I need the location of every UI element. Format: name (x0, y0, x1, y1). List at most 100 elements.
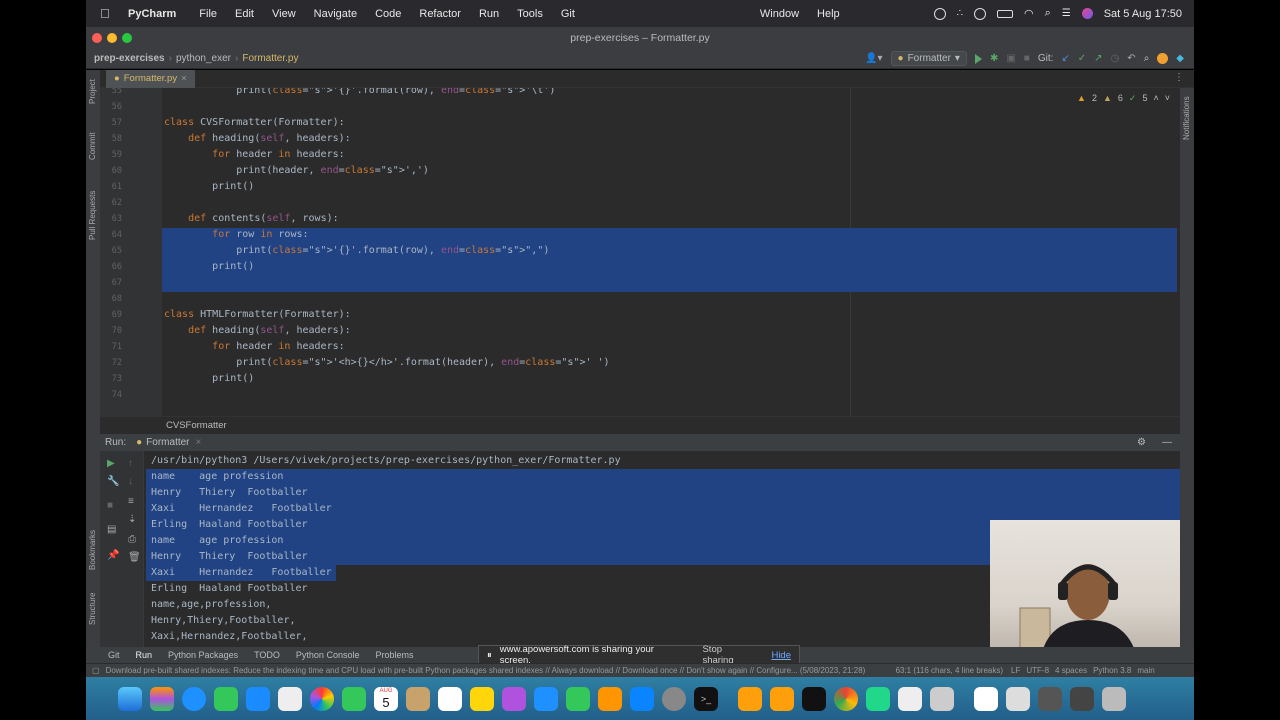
code-line[interactable]: print(class="s">'{}'.format(row), end=cl… (164, 88, 555, 99)
print-icon[interactable]: ⎙ (128, 535, 138, 545)
siri-icon[interactable] (1081, 8, 1093, 19)
app-menu[interactable]: PyCharm (128, 8, 176, 20)
soft-wrap-icon[interactable]: ≡ (128, 497, 138, 507)
structure-tool-button[interactable]: Structure (88, 593, 97, 625)
activity-monitor-icon[interactable] (802, 686, 826, 711)
pull-requests-tool-button[interactable]: Pull Requests (88, 191, 97, 240)
python-interpreter[interactable]: Python 3.8 (1093, 666, 1131, 675)
line-number[interactable]: 55 (100, 88, 122, 96)
tool-run[interactable]: Run (136, 650, 153, 660)
code-line[interactable]: print(class="s">'{}'.format(row), end=cl… (164, 243, 549, 259)
window-stack-icon[interactable] (1070, 686, 1094, 711)
chrome-document-icon[interactable] (974, 686, 998, 711)
code-line[interactable]: print() (164, 259, 254, 275)
system-settings-icon[interactable] (662, 686, 686, 711)
sublime-text-icon[interactable] (738, 686, 762, 711)
menu-window[interactable]: Window (760, 8, 799, 20)
line-number[interactable]: 57 (100, 118, 122, 128)
account-icon[interactable]: 👤▾ (865, 53, 882, 64)
chevron-down-icon[interactable]: ˅ (1165, 93, 1170, 104)
apple-icon[interactable]:  (100, 6, 116, 21)
trash-icon[interactable] (1102, 686, 1126, 711)
breadcrumb-project[interactable]: prep-exercises (94, 53, 165, 64)
line-number[interactable]: 72 (100, 358, 122, 368)
tab-actions-icon[interactable]: ⋮ (1174, 72, 1184, 83)
code-line[interactable]: print(class="s">'<h>{}</h>'.format(heade… (164, 355, 609, 371)
facetime-icon[interactable] (342, 686, 366, 711)
mail-icon[interactable] (246, 686, 270, 711)
line-number[interactable]: 60 (100, 166, 122, 176)
line-number[interactable]: 63 (100, 214, 122, 224)
wrench-icon[interactable]: 🔧 (107, 477, 119, 487)
menu-edit[interactable]: Edit (235, 8, 254, 20)
code-line[interactable]: for row in rows: (164, 227, 308, 243)
user-icon[interactable] (933, 7, 946, 20)
pages-icon[interactable] (598, 686, 622, 711)
launchpad-icon[interactable] (150, 686, 174, 711)
line-number[interactable]: 62 (100, 198, 122, 208)
tool-problems[interactable]: Problems (375, 650, 413, 660)
coverage-icon[interactable]: ▣ (1006, 53, 1015, 64)
line-separator[interactable]: LF (1011, 666, 1020, 675)
contacts-icon[interactable] (406, 686, 430, 711)
play-icon[interactable] (973, 7, 986, 20)
line-number[interactable]: 59 (100, 150, 122, 160)
run-tab-formatter[interactable]: Formatter (146, 437, 189, 448)
hide-banner-button[interactable]: Hide (771, 650, 791, 661)
updates-icon[interactable] (1157, 53, 1169, 64)
code-line[interactable]: def contents(self, rows): (164, 211, 339, 227)
code-line[interactable]: print() (164, 179, 254, 195)
inspection-widget[interactable]: ▲ 2 ▲ 6 ✓ 5 ˄ ˅ (1077, 93, 1170, 104)
screenshot-stack-icon[interactable] (1038, 686, 1062, 711)
code-line[interactable]: for header in headers: (164, 339, 344, 355)
hide-panel-icon[interactable]: — (1162, 437, 1172, 448)
pycharm-icon[interactable] (866, 686, 890, 711)
keynote-icon[interactable] (534, 686, 558, 711)
gear-icon[interactable]: ⚙ (1137, 437, 1146, 448)
git-branch[interactable]: main (1137, 666, 1154, 675)
search-everywhere-icon[interactable]: ⌕ (1144, 53, 1150, 64)
menu-navigate[interactable]: Navigate (314, 8, 357, 20)
line-number[interactable]: 56 (100, 102, 122, 112)
menu-code[interactable]: Code (375, 8, 401, 20)
code-line[interactable]: print(header, end=class="s">',') (164, 163, 429, 179)
stop-icon[interactable]: ■ (107, 501, 117, 511)
line-number[interactable]: 74 (100, 390, 122, 400)
messages-icon[interactable] (214, 686, 238, 711)
photos-icon[interactable] (310, 686, 334, 711)
breadcrumb-file[interactable]: Formatter.py (242, 53, 298, 64)
chevron-up-icon[interactable]: ˄ (1153, 93, 1158, 104)
terminal-icon[interactable]: >_ (694, 686, 718, 711)
menu-view[interactable]: View (272, 8, 296, 20)
control-center-icon[interactable]: ☰ (1062, 8, 1071, 19)
finder-icon[interactable] (118, 686, 142, 711)
layout-icon[interactable]: ▤ (107, 525, 117, 535)
structure-breadcrumb[interactable]: CVSFormatter (100, 416, 1180, 433)
rerun-icon[interactable]: ▶ (107, 459, 117, 469)
calendar-icon[interactable]: AUG 5 (374, 686, 398, 711)
tool-python-packages[interactable]: Python Packages (168, 650, 238, 660)
run-icon[interactable] (974, 53, 982, 64)
project-tool-button[interactable]: Project (88, 79, 97, 104)
line-number[interactable]: 70 (100, 326, 122, 336)
breadcrumb-class[interactable]: CVSFormatter (166, 420, 227, 431)
line-number[interactable]: 61 (100, 182, 122, 192)
code-line[interactable]: print() (164, 371, 254, 387)
line-number[interactable]: 73 (100, 374, 122, 384)
sublime-merge-icon[interactable] (770, 686, 794, 711)
rollback-icon[interactable]: ↶ (1127, 53, 1135, 64)
textedit-icon[interactable] (898, 686, 922, 711)
menu-file[interactable]: File (199, 8, 217, 20)
code-line[interactable]: def heading(self, headers): (164, 131, 351, 147)
line-number[interactable]: 66 (100, 262, 122, 272)
trash-icon[interactable]: 🗑 (128, 553, 141, 563)
commit-tool-button[interactable]: Commit (88, 132, 97, 160)
update-project-icon[interactable]: ↙ (1061, 53, 1069, 64)
menu-run[interactable]: Run (479, 8, 499, 20)
indent-setting[interactable]: 4 spaces (1055, 666, 1087, 675)
line-number[interactable]: 71 (100, 342, 122, 352)
numbers-icon[interactable] (566, 686, 590, 711)
file-encoding[interactable]: UTF-8 (1026, 666, 1049, 675)
reminders-icon[interactable] (438, 686, 462, 711)
preview-icon[interactable] (930, 686, 954, 711)
